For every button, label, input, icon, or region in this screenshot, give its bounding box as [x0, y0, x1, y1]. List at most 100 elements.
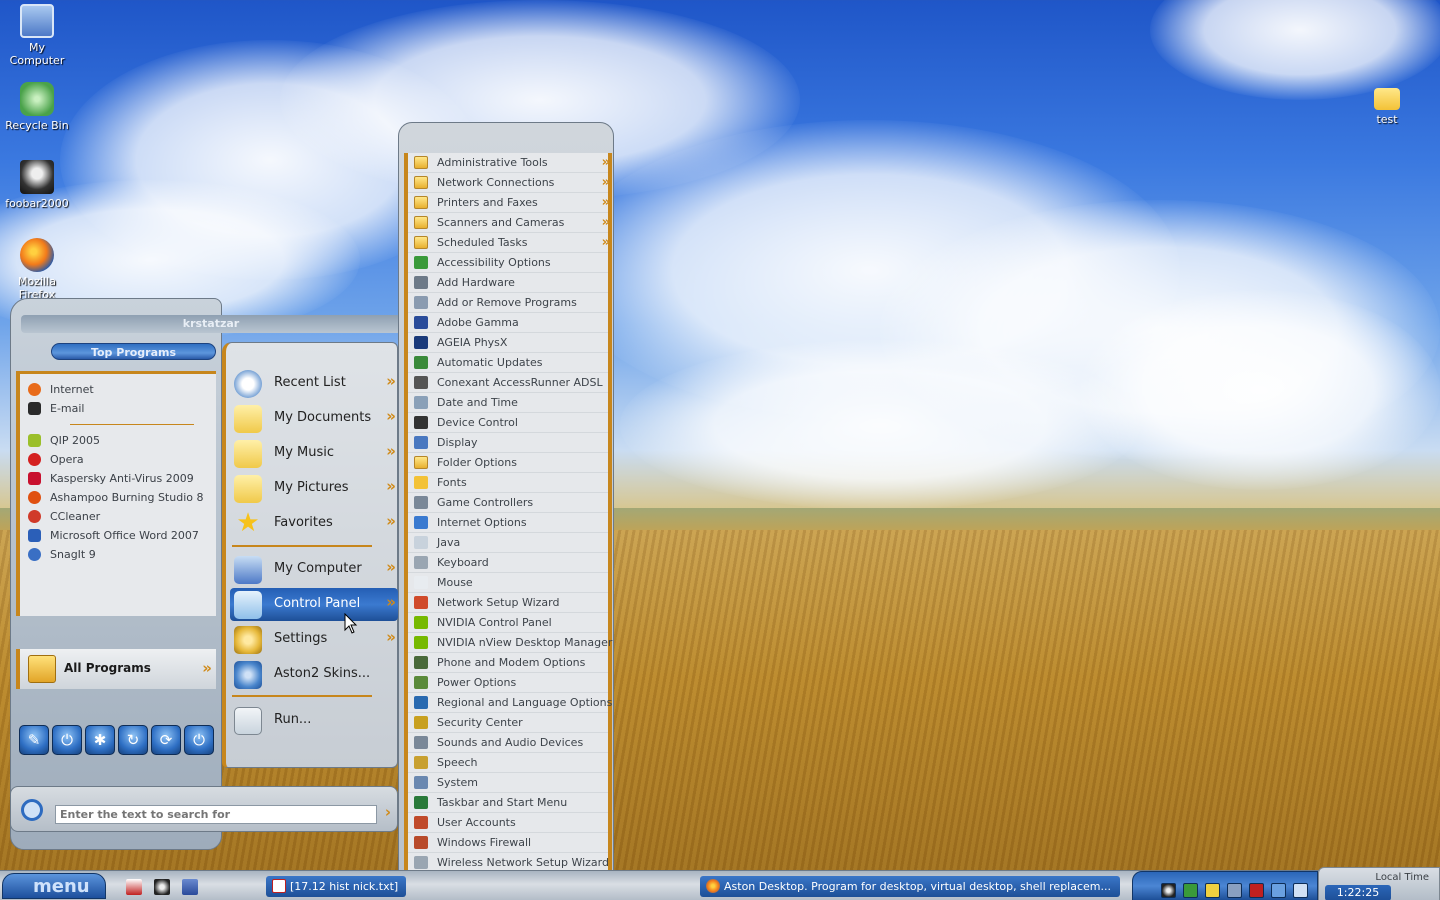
- control-panel-item[interactable]: Date and Time: [408, 393, 608, 413]
- menu-item-run[interactable]: Run...: [230, 704, 398, 737]
- foobar2000-icon: [20, 160, 54, 194]
- power-icon: [414, 676, 428, 689]
- foobar2000-icon[interactable]: [154, 879, 170, 895]
- control-panel-item[interactable]: Power Options: [408, 673, 608, 693]
- control-panel-item[interactable]: Conexant AccessRunner ADSL: [408, 373, 608, 393]
- control-panel-item[interactable]: Java: [408, 533, 608, 553]
- control-panel-item[interactable]: Accessibility Options: [408, 253, 608, 273]
- control-panel-item[interactable]: Printers and Faxes »: [408, 193, 610, 213]
- control-panel-item[interactable]: Internet Options: [408, 513, 608, 533]
- refresh-icon[interactable]: ⟳: [151, 725, 181, 755]
- mouse-icon: [414, 576, 428, 589]
- control-panel-item[interactable]: Sounds and Audio Devices: [408, 733, 608, 753]
- control-panel-item[interactable]: Network Connections »: [408, 173, 611, 193]
- control-panel-item[interactable]: Phone and Modem Options: [408, 653, 608, 673]
- control-panel-item[interactable]: Game Controllers: [408, 493, 608, 513]
- control-panel-item-label: Accessibility Options: [437, 256, 551, 269]
- tools-icon[interactable]: ✎: [19, 725, 49, 755]
- list-item-snagit[interactable]: SnagIt 9: [20, 545, 216, 564]
- java-icon: [414, 536, 428, 549]
- qip-icon[interactable]: [1183, 883, 1198, 898]
- control-panel-item[interactable]: Mouse: [408, 573, 608, 593]
- phone-icon: [414, 656, 428, 669]
- list-item-kaspersky[interactable]: Kaspersky Anti-Virus 2009: [20, 469, 216, 488]
- menu-item-my-pictures[interactable]: My Pictures »: [230, 472, 398, 505]
- shutdown-icon[interactable]: ⏻: [184, 725, 214, 755]
- taskbar-button-label: [17.12 hist nick.txt]: [290, 880, 399, 893]
- kaspersky-icon[interactable]: [1249, 883, 1264, 898]
- control-panel-item[interactable]: Device Control: [408, 413, 608, 433]
- chevron-right-icon: »: [601, 175, 611, 190]
- all-programs-button[interactable]: All Programs »: [16, 649, 216, 689]
- control-panel-item[interactable]: Security Center: [408, 713, 608, 733]
- control-panel-item[interactable]: Speech: [408, 753, 608, 773]
- menu-item-control-panel[interactable]: Control Panel »: [230, 588, 398, 621]
- system-icon: [414, 776, 428, 789]
- control-panel-item[interactable]: Folder Options: [408, 453, 608, 473]
- control-panel-item[interactable]: NVIDIA nView Desktop Manager: [408, 633, 612, 653]
- control-panel-item[interactable]: Scanners and Cameras »: [408, 213, 610, 233]
- physx-icon: [414, 336, 428, 349]
- list-item-ccleaner[interactable]: CCleaner: [20, 507, 216, 526]
- restart-icon[interactable]: ↻: [118, 725, 148, 755]
- control-panel-item[interactable]: User Accounts: [408, 813, 608, 833]
- desktop-icon-label: foobar2000: [5, 197, 69, 210]
- menu-item-favorites[interactable]: ★ Favorites »: [230, 507, 398, 540]
- control-panel-item[interactable]: Keyboard: [408, 553, 608, 573]
- control-panel-item[interactable]: Windows Firewall: [408, 833, 608, 853]
- control-panel-item[interactable]: Adobe Gamma: [408, 313, 608, 333]
- control-panel-item[interactable]: Display: [408, 433, 608, 453]
- list-item-internet[interactable]: Internet: [20, 380, 216, 399]
- top-programs-tab[interactable]: Top Programs: [51, 343, 216, 360]
- chevron-right-icon[interactable]: ›: [385, 803, 391, 821]
- control-panel-item[interactable]: NVIDIA Control Panel: [408, 613, 608, 633]
- menu-item-aston-skins[interactable]: Aston2 Skins...: [230, 658, 398, 691]
- menu-item-recent-list[interactable]: Recent List »: [230, 367, 398, 400]
- control-panel-item[interactable]: System: [408, 773, 608, 793]
- desktop-icon-recycle-bin[interactable]: Recycle Bin: [0, 82, 74, 132]
- taskbar-button-notepad[interactable]: [17.12 hist nick.txt]: [266, 876, 406, 897]
- list-item-ashampoo[interactable]: Ashampoo Burning Studio 8: [20, 488, 216, 507]
- list-item-email[interactable]: E-mail: [20, 399, 216, 418]
- list-item-word[interactable]: Microsoft Office Word 2007: [20, 526, 216, 545]
- desktop-icon-test-folder[interactable]: test: [1350, 82, 1424, 126]
- control-panel-item[interactable]: Add Hardware: [408, 273, 608, 293]
- control-panel-item[interactable]: Taskbar and Start Menu: [408, 793, 608, 813]
- monitor-icon[interactable]: [1205, 883, 1220, 898]
- menu-item-my-documents[interactable]: My Documents »: [230, 402, 398, 435]
- desktop-icon-foobar2000[interactable]: foobar2000: [0, 160, 74, 210]
- desktop-icon-firefox[interactable]: Mozilla Firefox: [0, 238, 74, 301]
- menu-item-my-computer[interactable]: My Computer »: [230, 553, 398, 586]
- clock[interactable]: Local Time 1:22:25: [1318, 867, 1440, 900]
- taskbar-button-label: Aston Desktop. Program for desktop, virt…: [724, 880, 1111, 893]
- snowflake-icon[interactable]: ✱: [85, 725, 115, 755]
- desktop-icon-my-computer[interactable]: My Computer: [0, 4, 74, 67]
- network-icon[interactable]: [1271, 883, 1286, 898]
- taskbar-button-browser[interactable]: Aston Desktop. Program for desktop, virt…: [700, 876, 1120, 897]
- power-icon[interactable]: ⏻: [52, 725, 82, 755]
- save-icon[interactable]: [182, 879, 198, 895]
- display-icon[interactable]: [1227, 883, 1242, 898]
- search-input[interactable]: [55, 805, 377, 824]
- control-panel-item-label: Java: [437, 536, 461, 549]
- volume-icon[interactable]: [1293, 883, 1308, 898]
- menu-item-my-music[interactable]: My Music »: [230, 437, 398, 470]
- list-item-opera[interactable]: Opera: [20, 450, 216, 469]
- start-menu-button[interactable]: menu: [2, 873, 106, 899]
- folder-icon: [414, 196, 428, 209]
- control-panel-item[interactable]: Regional and Language Options: [408, 693, 612, 713]
- control-panel-item[interactable]: Administrative Tools »: [408, 153, 610, 173]
- control-panel-item[interactable]: Add or Remove Programs: [408, 293, 608, 313]
- control-panel-item[interactable]: Network Setup Wizard: [408, 593, 608, 613]
- folder-icon: [414, 216, 428, 229]
- taskbar: menu [17.12 hist nick.txt] Aston Desktop…: [0, 867, 1440, 900]
- control-panel-item[interactable]: AGEIA PhysX: [408, 333, 608, 353]
- control-panel-item[interactable]: Scheduled Tasks »: [408, 233, 610, 253]
- acrobat-icon[interactable]: [126, 879, 142, 895]
- control-panel-item[interactable]: Automatic Updates: [408, 353, 608, 373]
- foobar2000-icon[interactable]: [1161, 883, 1176, 898]
- list-item-qip[interactable]: QIP 2005: [20, 431, 216, 450]
- control-panel-item-label: Game Controllers: [437, 496, 534, 509]
- menu-item-settings[interactable]: Settings »: [230, 623, 398, 656]
- control-panel-item[interactable]: Fonts: [408, 473, 608, 493]
